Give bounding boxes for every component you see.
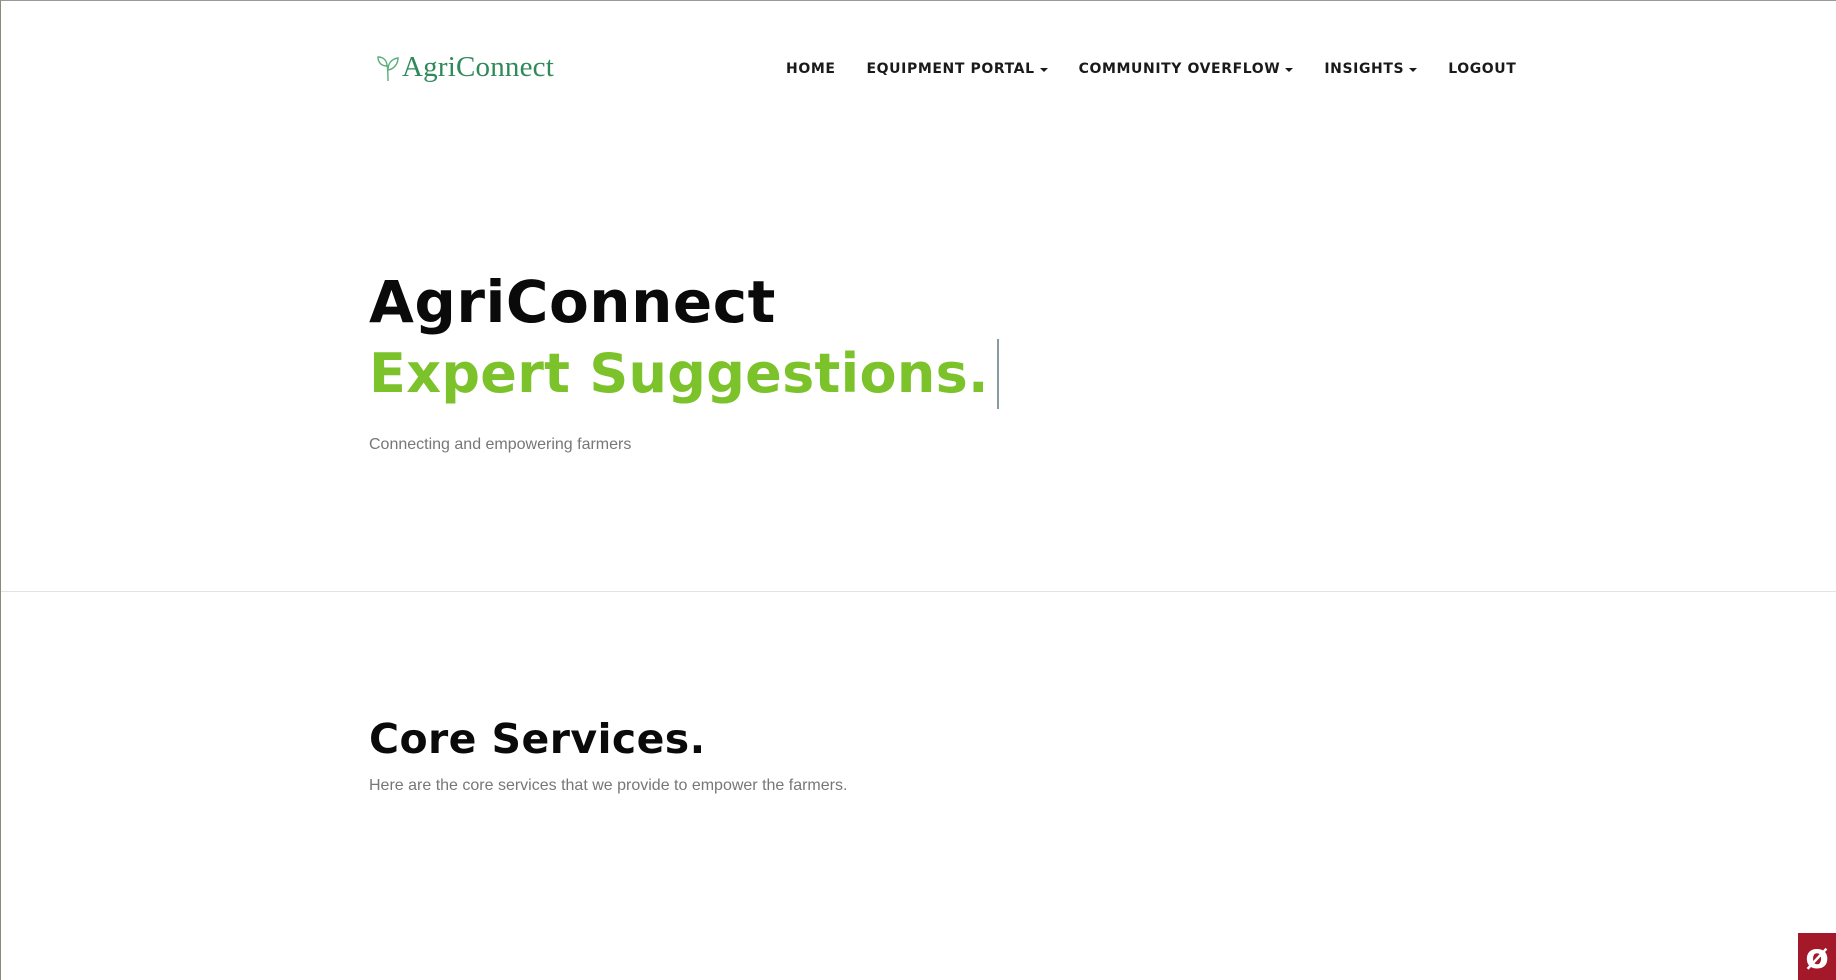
hero-section: AgriConnect Expert Suggestions. Connecti… [369,267,999,454]
brand-logo[interactable]: AgriConnect [377,51,554,84]
nav-equipment-portal-label: EQUIPMENT PORTAL [866,61,1035,77]
nav-logout[interactable]: LOGOUT [1448,61,1516,77]
services-description: Here are the core services that we provi… [369,777,848,794]
page: AgriConnect HOME EQUIPMENT PORTAL COMMUN… [0,0,1836,980]
nav-insights-label: INSIGHTS [1324,61,1405,77]
leaf-sprout-icon [377,54,399,82]
section-divider [1,591,1836,592]
caret-down-icon [1285,67,1294,72]
brand-name: AgriConnect [402,51,555,83]
caret-down-icon [1409,67,1418,72]
hero-typed-text: Expert Suggestions. [369,342,989,405]
main-nav: HOME EQUIPMENT PORTAL COMMUNITY OVERFLOW… [786,61,1516,77]
typing-cursor [996,339,999,409]
nav-home[interactable]: HOME [786,61,836,77]
slashed-o-icon[interactable]: ø [1798,933,1836,980]
services-title: Core Services. [369,715,706,763]
nav-community-overflow-label: COMMUNITY OVERFLOW [1078,61,1281,77]
hero-subtitle: Connecting and empowering farmers [369,436,632,453]
caret-down-icon [1039,67,1048,72]
nav-home-label: HOME [786,61,836,77]
nav-insights[interactable]: INSIGHTS [1324,61,1418,77]
core-services-section: Core Services. Here are the core service… [369,711,847,795]
hero-typed-row: Expert Suggestions. [369,337,999,411]
navbar: AgriConnect HOME EQUIPMENT PORTAL COMMUN… [1,1,1836,141]
nav-equipment-portal[interactable]: EQUIPMENT PORTAL [867,61,1048,77]
hero-title: AgriConnect [369,268,776,336]
nav-logout-label: LOGOUT [1448,61,1517,77]
nav-community-overflow[interactable]: COMMUNITY OVERFLOW [1079,61,1294,77]
